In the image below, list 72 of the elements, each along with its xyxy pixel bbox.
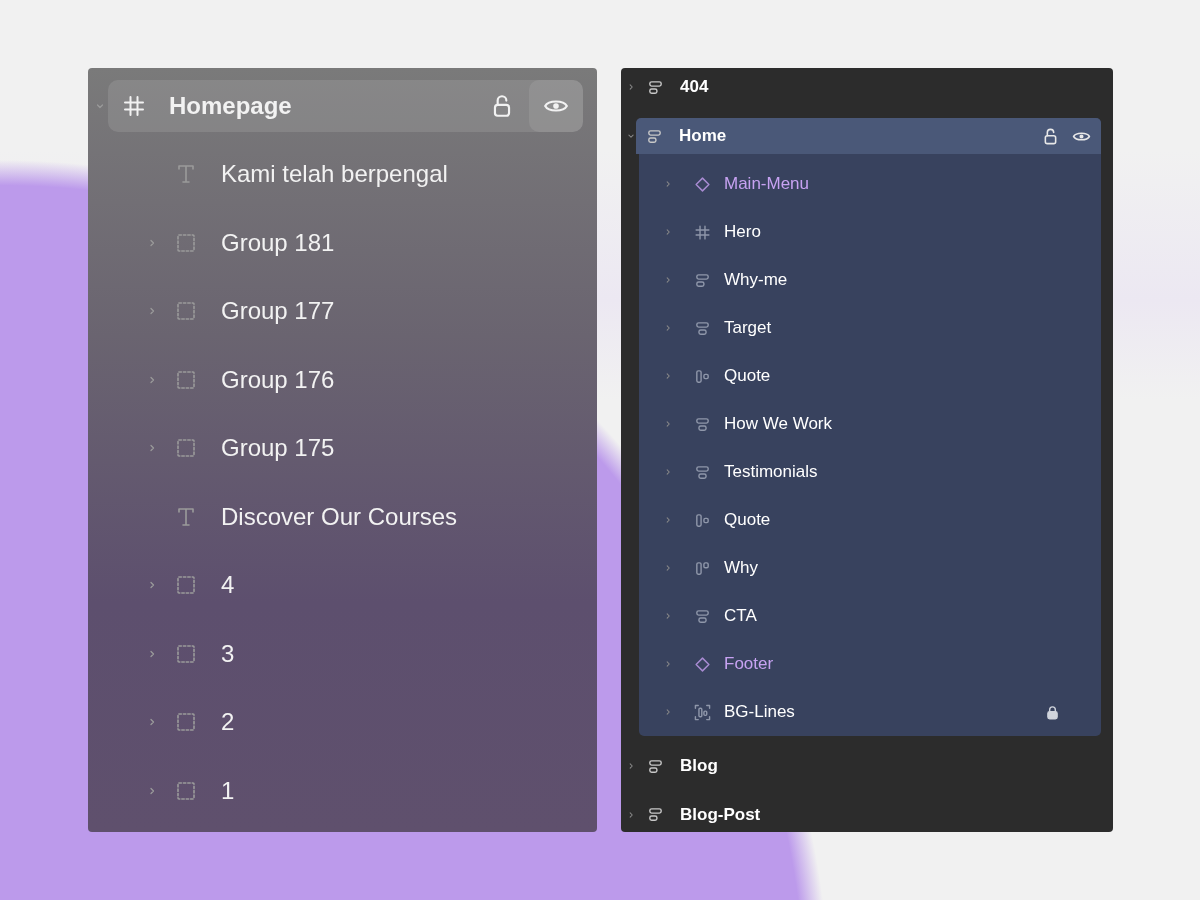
layer-row[interactable]: Main-Menu bbox=[675, 160, 1101, 208]
layer-name: Hero bbox=[724, 222, 761, 242]
layer-row[interactable]: 4 bbox=[160, 551, 597, 620]
bracketed-columns-icon bbox=[694, 703, 711, 721]
layer-row[interactable]: Testimonials bbox=[675, 448, 1101, 496]
layer-name: 3 bbox=[221, 639, 235, 668]
layer-row[interactable]: BG-Lines bbox=[675, 688, 1101, 736]
columns-icon bbox=[694, 511, 711, 529]
layer-row[interactable]: Group 176 bbox=[160, 345, 597, 414]
layer-name: Discover Our Courses bbox=[221, 502, 458, 531]
layer-name: Group 177 bbox=[221, 297, 335, 326]
layer-row[interactable]: Group 181 bbox=[160, 208, 597, 277]
stack-icon bbox=[694, 271, 711, 289]
layer-name: Quote bbox=[724, 510, 771, 530]
diamond-icon bbox=[694, 175, 711, 193]
layer-row[interactable]: Home bbox=[636, 118, 1101, 154]
stack-icon bbox=[647, 78, 664, 96]
layer-row[interactable]: Discover Our Courses bbox=[160, 482, 597, 551]
layer-row[interactable]: Why-me bbox=[675, 256, 1101, 304]
layer-name: Why-me bbox=[724, 270, 788, 290]
stack-icon bbox=[647, 757, 664, 775]
layer-row[interactable]: Quote bbox=[675, 496, 1101, 544]
columns-icon bbox=[694, 559, 711, 577]
layer-name: 2 bbox=[221, 708, 235, 737]
layer-name: 1 bbox=[221, 776, 235, 805]
layer-row[interactable]: 404 bbox=[638, 68, 1113, 112]
layer-name: Quote bbox=[724, 366, 771, 386]
layer-name: Main-Menu bbox=[724, 174, 810, 194]
layer-row[interactable]: Kami telah berpengal bbox=[160, 140, 597, 209]
diamond-icon bbox=[694, 655, 711, 673]
layer-name: Home bbox=[679, 126, 727, 146]
layer-row[interactable]: Why bbox=[675, 544, 1101, 592]
layer-name: Kami telah berpengal bbox=[221, 160, 448, 189]
layer-name: Group 175 bbox=[221, 434, 335, 463]
layer-row[interactable]: Group 177 bbox=[160, 277, 597, 346]
layer-name: Why bbox=[724, 558, 758, 578]
layer-row[interactable]: Target bbox=[675, 304, 1101, 352]
layer-row[interactable]: Group 175 bbox=[160, 414, 597, 483]
hash-icon bbox=[122, 94, 146, 118]
layer-row[interactable]: 1 bbox=[160, 756, 597, 825]
layer-name: Target bbox=[724, 318, 772, 338]
stack-icon bbox=[694, 319, 711, 337]
layer-name: 4 bbox=[221, 571, 235, 600]
stack-icon bbox=[694, 463, 711, 481]
layer-name: Testimonials bbox=[724, 462, 818, 482]
stack-icon bbox=[694, 607, 711, 625]
layer-row[interactable]: Hero bbox=[675, 208, 1101, 256]
layer-row[interactable]: 2 bbox=[160, 688, 597, 757]
layer-name: Group 181 bbox=[221, 228, 335, 257]
layer-name: CTA bbox=[724, 606, 757, 626]
layer-row[interactable]: CTA bbox=[675, 592, 1101, 640]
hash-icon bbox=[694, 223, 711, 241]
layer-name: How We Work bbox=[724, 414, 832, 434]
layer-row[interactable]: Blog-Post bbox=[638, 790, 1113, 832]
layer-name: Group 176 bbox=[221, 365, 335, 394]
layer-row[interactable]: Quote bbox=[675, 352, 1101, 400]
layer-row[interactable]: Footer bbox=[675, 640, 1101, 688]
layer-name: Homepage bbox=[169, 92, 292, 120]
layer-name: Footer bbox=[724, 654, 774, 674]
lock-icon[interactable] bbox=[1044, 703, 1061, 721]
stack-icon bbox=[694, 415, 711, 433]
layer-row[interactable]: How We Work bbox=[675, 400, 1101, 448]
visibility-button[interactable] bbox=[529, 80, 583, 132]
layer-row[interactable]: Blog bbox=[638, 742, 1113, 791]
stack-icon bbox=[646, 127, 663, 145]
layer-row[interactable]: 3 bbox=[160, 619, 597, 688]
layer-name: Blog-Post bbox=[680, 804, 761, 825]
stack-icon bbox=[647, 806, 664, 824]
layer-name: BG-Lines bbox=[724, 702, 795, 722]
layer-name: 404 bbox=[680, 77, 709, 98]
layer-name: Blog bbox=[680, 756, 718, 777]
columns-icon bbox=[694, 367, 711, 385]
